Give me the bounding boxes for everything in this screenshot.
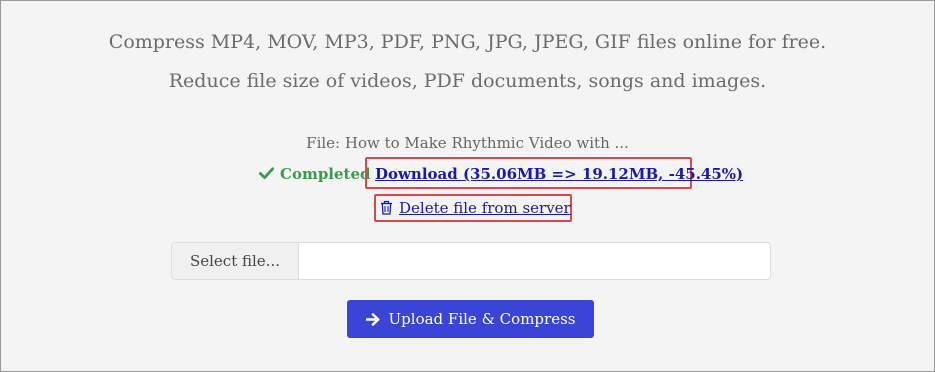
arrow-right-icon xyxy=(365,313,380,326)
check-icon xyxy=(259,167,274,180)
completed-label: Completed xyxy=(280,165,371,183)
download-highlight: Download (35.06MB => 19.12MB, -45.45%) xyxy=(365,157,743,189)
select-file-button[interactable]: Select file... xyxy=(172,243,299,279)
completed-status: Completed xyxy=(259,165,371,183)
page-subheadline: Reduce file size of videos, PDF document… xyxy=(168,70,767,92)
download-link[interactable]: Download (35.06MB => 19.12MB, -45.45%) xyxy=(375,165,743,183)
upload-compress-label: Upload File & Compress xyxy=(388,310,576,328)
file-input[interactable]: Select file... xyxy=(171,242,771,280)
page-headline: Compress MP4, MOV, MP3, PDF, PNG, JPG, J… xyxy=(108,31,827,53)
delete-highlight: Delete file from server xyxy=(374,194,572,222)
delete-file-label: Delete file from server xyxy=(399,199,571,217)
upload-compress-button[interactable]: Upload File & Compress xyxy=(347,300,594,338)
trash-icon xyxy=(381,200,392,215)
selected-file-name[interactable] xyxy=(300,243,770,279)
file-name-label: File: How to Make Rhythmic Video with ..… xyxy=(306,134,629,152)
delete-file-link[interactable]: Delete file from server xyxy=(380,199,571,217)
